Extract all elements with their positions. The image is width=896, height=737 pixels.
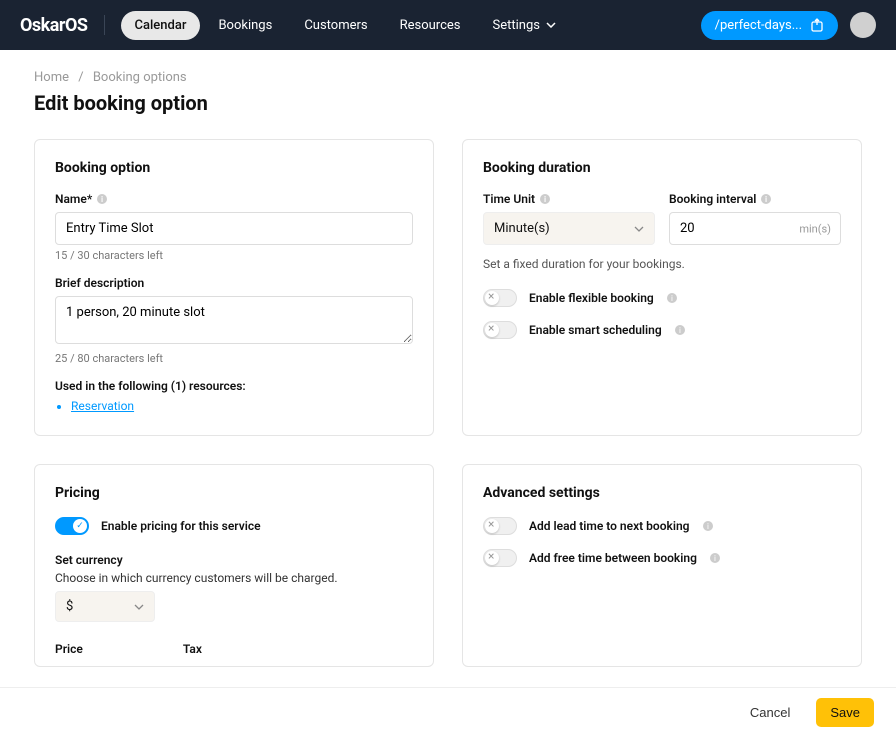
header-left: OskarOS Calendar Bookings Customers Reso… [20, 11, 570, 40]
currency-hint: Choose in which currency customers will … [55, 571, 413, 585]
lead-toggle[interactable] [483, 517, 517, 535]
duration-row: Time Unit i Minute(s) Booking interval i [483, 192, 841, 245]
svg-text:i: i [101, 195, 103, 204]
info-icon: i [760, 193, 772, 205]
info-icon: i [96, 193, 108, 205]
booking-option-card: Booking option Name* i 15 / 30 character… [34, 139, 434, 436]
chevron-down-icon [546, 22, 556, 28]
free-row: Add free time between booking i [483, 549, 841, 567]
svg-text:i: i [544, 195, 546, 204]
interval-label: Booking interval i [669, 192, 841, 206]
logo: OskarOS [20, 15, 88, 36]
advanced-title: Advanced settings [483, 485, 841, 501]
breadcrumb-sep: / [78, 70, 83, 85]
logo-divider [104, 15, 105, 35]
nav-resources[interactable]: Resources [386, 11, 475, 40]
save-button[interactable]: Save [816, 698, 874, 727]
nav-settings-label: Settings [493, 18, 540, 33]
header-right: /perfect-days... [701, 11, 876, 40]
duration-title: Booking duration [483, 160, 841, 176]
pricing-title: Pricing [55, 485, 413, 501]
name-helper: 15 / 30 characters left [55, 249, 413, 262]
cancel-button[interactable]: Cancel [734, 698, 806, 727]
info-icon: i [539, 193, 551, 205]
free-toggle[interactable] [483, 549, 517, 567]
nav-calendar[interactable]: Calendar [121, 11, 201, 40]
name-label: Name* i [55, 192, 413, 206]
info-icon: i [674, 324, 686, 336]
enable-pricing-label: Enable pricing for this service [101, 519, 261, 533]
chevron-down-icon [134, 604, 144, 610]
enable-pricing-row: Enable pricing for this service [55, 517, 413, 535]
resource-link[interactable]: Reservation [71, 399, 413, 413]
svg-text:i: i [679, 326, 681, 335]
interval-wrapper: min(s) [669, 212, 841, 245]
booking-duration-card: Booking duration Time Unit i Minute(s) B… [462, 139, 862, 436]
nav-bookings[interactable]: Bookings [204, 11, 286, 40]
desc-label: Brief description [55, 276, 413, 290]
interval-col: Booking interval i min(s) [669, 192, 841, 245]
svg-text:i: i [765, 195, 767, 204]
breadcrumb-options: Booking options [93, 70, 187, 85]
enable-pricing-toggle[interactable] [55, 517, 89, 535]
nav-settings[interactable]: Settings [479, 11, 570, 40]
price-label: Price [55, 642, 83, 656]
share-label: /perfect-days... [715, 18, 802, 33]
svg-text:i: i [707, 522, 709, 531]
duration-hint: Set a fixed duration for your bookings. [483, 257, 841, 271]
desc-helper: 25 / 80 characters left [55, 352, 413, 365]
page-title: Edit booking option [34, 91, 862, 115]
price-row: Price Tax [55, 642, 413, 656]
booking-option-title: Booking option [55, 160, 413, 176]
currency-label: Set currency [55, 553, 413, 567]
smart-label: Enable smart scheduling [529, 323, 662, 337]
desc-field: Brief description 25 / 80 characters lef… [55, 276, 413, 365]
flexible-toggle[interactable] [483, 289, 517, 307]
share-icon [810, 18, 824, 32]
top-header: OskarOS Calendar Bookings Customers Reso… [0, 0, 896, 50]
time-unit-select[interactable]: Minute(s) [483, 212, 655, 245]
time-unit-label: Time Unit i [483, 192, 655, 206]
pricing-card: Pricing Enable pricing for this service … [34, 464, 434, 667]
flexible-label: Enable flexible booking [529, 291, 654, 305]
avatar[interactable] [850, 12, 876, 38]
currency-select[interactable]: $ [55, 591, 155, 622]
used-in-label: Used in the following (1) resources: [55, 379, 413, 393]
flexible-row: Enable flexible booking i [483, 289, 841, 307]
svg-text:i: i [714, 554, 716, 563]
main-nav: Calendar Bookings Customers Resources Se… [121, 11, 570, 40]
name-input[interactable] [55, 212, 413, 245]
footer: Cancel Save [0, 687, 896, 737]
free-label: Add free time between booking [529, 551, 697, 565]
content: Home / Booking options Edit booking opti… [0, 50, 896, 687]
svg-text:i: i [671, 294, 673, 303]
time-unit-col: Time Unit i Minute(s) [483, 192, 655, 245]
lead-label: Add lead time to next booking [529, 519, 690, 533]
tax-label: Tax [183, 642, 202, 656]
info-icon: i [702, 520, 714, 532]
lead-row: Add lead time to next booking i [483, 517, 841, 535]
breadcrumb-home[interactable]: Home [34, 70, 69, 85]
name-field: Name* i 15 / 30 characters left [55, 192, 413, 262]
card-grid: Booking option Name* i 15 / 30 character… [34, 139, 862, 667]
share-button[interactable]: /perfect-days... [701, 11, 838, 40]
desc-input[interactable] [55, 296, 413, 344]
breadcrumb: Home / Booking options [34, 70, 862, 85]
chevron-down-icon [634, 226, 644, 232]
info-icon: i [709, 552, 721, 564]
nav-customers[interactable]: Customers [290, 11, 381, 40]
info-icon: i [666, 292, 678, 304]
smart-toggle[interactable] [483, 321, 517, 339]
smart-row: Enable smart scheduling i [483, 321, 841, 339]
interval-suffix: min(s) [799, 222, 831, 235]
advanced-card: Advanced settings Add lead time to next … [462, 464, 862, 667]
